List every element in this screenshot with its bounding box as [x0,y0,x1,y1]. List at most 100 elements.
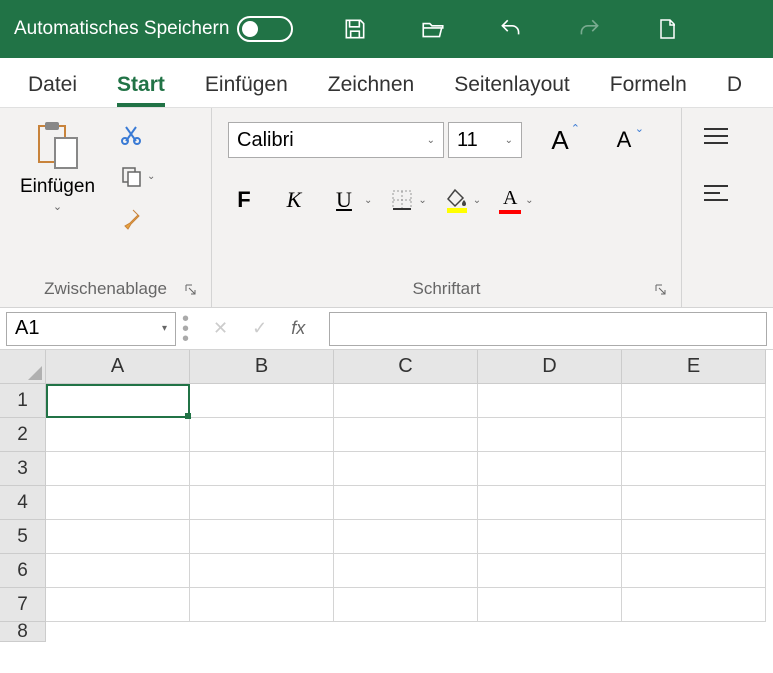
copy-button[interactable]: ⌄ [119,162,155,190]
border-icon [390,188,414,212]
undo-icon[interactable] [497,15,525,43]
cell[interactable] [190,418,334,452]
row-header[interactable]: 2 [0,418,46,452]
grow-font-button[interactable]: A ⌃ [544,124,576,156]
cell[interactable] [190,554,334,588]
column-header[interactable]: C [334,350,478,384]
cell[interactable] [46,486,190,520]
align-left-button[interactable] [702,183,730,210]
paste-button[interactable]: Einfügen ⌄ [12,116,103,217]
italic-button[interactable]: K [278,184,310,216]
cell[interactable] [478,520,622,554]
tab-partial[interactable]: D [707,61,762,107]
fill-color-button[interactable]: ⌄ [445,187,481,213]
autosave-control: Automatisches Speichern [14,16,293,42]
cell[interactable] [46,520,190,554]
enter-icon[interactable]: ✓ [252,318,267,339]
cell[interactable] [622,486,766,520]
cell[interactable] [334,384,478,418]
cut-button[interactable] [119,120,155,148]
cell[interactable] [334,418,478,452]
column-header[interactable]: A [46,350,190,384]
row-header[interactable]: 7 [0,588,46,622]
format-painter-button[interactable] [119,204,155,232]
cell[interactable] [46,588,190,622]
dialog-launcher-icon[interactable] [655,283,669,297]
column-header[interactable]: B [190,350,334,384]
font-color-button[interactable]: A ⌄ [499,187,533,214]
font-name-select[interactable]: Calibri ⌄ [228,122,444,158]
shrink-font-button[interactable]: A ⌄ [608,124,640,156]
underline-button[interactable]: U ⌄ [328,184,372,216]
chevron-down-icon[interactable]: ▾ [162,323,167,334]
formula-input[interactable] [329,312,767,346]
cell[interactable] [46,452,190,486]
column-header[interactable]: D [478,350,622,384]
name-box-value: A1 [15,317,39,340]
row-header[interactable]: 6 [0,554,46,588]
cell[interactable] [334,554,478,588]
cell[interactable] [190,486,334,520]
cell[interactable] [334,486,478,520]
cell[interactable] [622,418,766,452]
column-header[interactable]: E [622,350,766,384]
cell[interactable] [190,384,334,418]
chevron-down-icon[interactable]: ⌄ [147,171,155,182]
spreadsheet-grid: 1 2 3 4 5 6 7 8 A B C D E [0,350,773,642]
insert-function-icon[interactable]: fx [291,318,305,339]
row-header[interactable]: 1 [0,384,46,418]
cancel-icon[interactable]: ✕ [213,318,228,339]
save-icon[interactable] [341,15,369,43]
cell[interactable] [190,588,334,622]
row-header[interactable]: 3 [0,452,46,486]
cell[interactable] [478,588,622,622]
tab-einfuegen[interactable]: Einfügen [185,61,308,107]
column-headers: A B C D E [46,350,766,384]
cell[interactable] [622,520,766,554]
cell[interactable] [622,452,766,486]
cell[interactable] [622,384,766,418]
tab-formeln[interactable]: Formeln [590,61,707,107]
clipboard-paste-icon [33,120,83,174]
tab-seitenlayout[interactable]: Seitenlayout [434,61,590,107]
autosave-label: Automatisches Speichern [14,18,229,40]
tab-start[interactable]: Start [97,61,185,107]
font-size-select[interactable]: 11 ⌄ [448,122,522,158]
autosave-toggle[interactable] [237,16,293,42]
row-header[interactable]: 4 [0,486,46,520]
tab-zeichnen[interactable]: Zeichnen [308,61,434,107]
cell[interactable] [478,554,622,588]
cell[interactable] [334,520,478,554]
select-all-corner[interactable] [0,350,46,384]
chevron-down-icon: ⌄ [525,195,533,206]
tab-datei[interactable]: Datei [8,61,97,107]
color-swatch [499,210,521,214]
cell[interactable] [622,588,766,622]
cell[interactable] [334,452,478,486]
cell[interactable] [334,588,478,622]
grid-body: A B C D E [46,350,766,642]
formula-bar-row: A1 ▾ ••• ✕ ✓ fx [0,308,773,350]
open-icon[interactable] [419,15,447,43]
cell[interactable] [478,452,622,486]
new-file-icon[interactable] [653,15,681,43]
cell[interactable] [46,418,190,452]
row-header[interactable]: 5 [0,520,46,554]
name-box[interactable]: A1 ▾ [6,312,176,346]
cell[interactable] [190,452,334,486]
cell[interactable] [478,384,622,418]
paste-label: Einfügen [20,176,95,198]
cell[interactable] [478,486,622,520]
redo-icon[interactable] [575,15,603,43]
borders-button[interactable]: ⌄ [390,188,426,212]
align-top-button[interactable] [702,126,730,153]
cell-a1[interactable] [46,384,190,418]
row-header[interactable]: 8 [0,622,46,642]
cell[interactable] [478,418,622,452]
bold-button[interactable]: F [228,184,260,216]
vertical-dots-icon[interactable]: ••• [182,315,189,343]
dialog-launcher-icon[interactable] [185,283,199,297]
cell[interactable] [190,520,334,554]
cell[interactable] [46,554,190,588]
cell[interactable] [622,554,766,588]
